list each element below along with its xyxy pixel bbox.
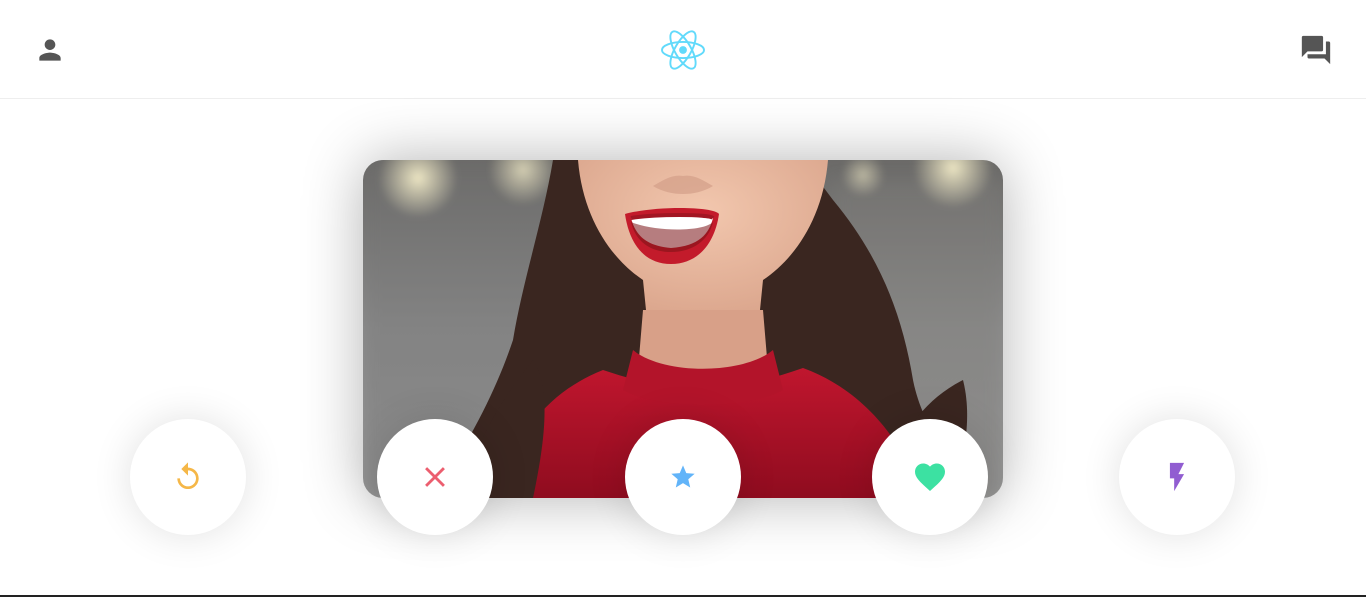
app-root (0, 0, 1366, 597)
app-logo (660, 29, 706, 71)
super-like-button[interactable] (625, 419, 741, 535)
nope-button[interactable] (377, 419, 493, 535)
star-icon (671, 465, 695, 488)
heart-icon (915, 463, 945, 492)
close-icon (425, 467, 445, 487)
person-icon (39, 39, 61, 61)
profile-button[interactable] (32, 32, 68, 68)
replay-icon (177, 462, 199, 489)
like-button[interactable] (872, 419, 988, 535)
messages-button[interactable] (1298, 32, 1334, 68)
react-atom-logo-icon (661, 30, 705, 70)
boost-button[interactable] (1119, 419, 1235, 535)
top-bar (0, 0, 1366, 99)
forum-icon (1301, 35, 1331, 65)
flash-icon (1169, 462, 1185, 492)
undo-button[interactable] (130, 419, 246, 535)
